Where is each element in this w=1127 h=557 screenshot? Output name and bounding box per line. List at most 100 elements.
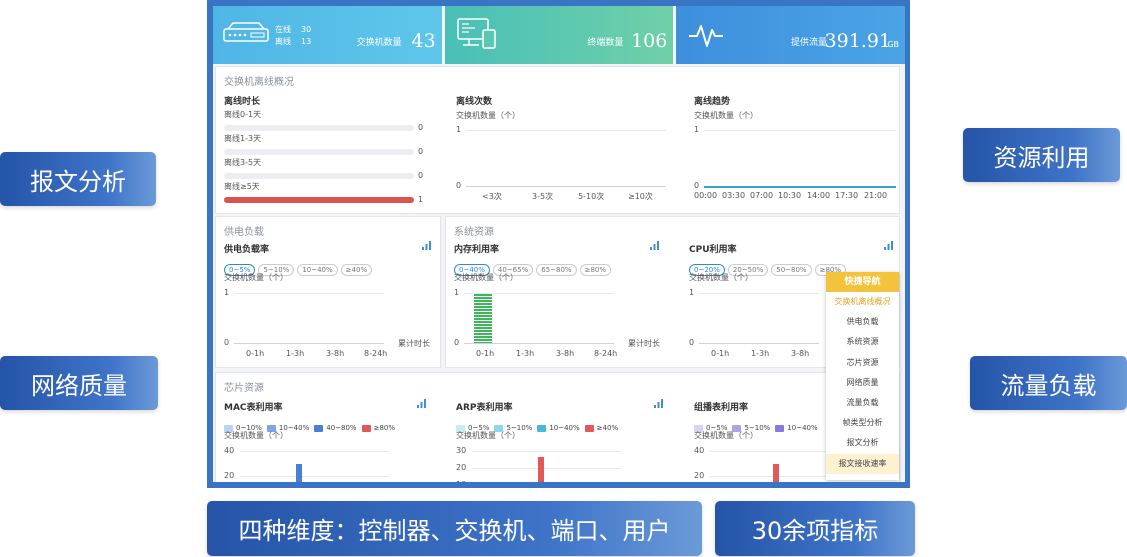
bar-chart-icon[interactable] xyxy=(883,240,894,251)
gridline xyxy=(234,293,384,294)
axis-tick: 1 xyxy=(456,125,462,134)
switch-count-value: 43 xyxy=(411,30,436,52)
axis-tick: 20 xyxy=(694,471,705,480)
chip-resources-panel: 芯片资源 MAC表利用率 0~10% 10~40% 40~80% ≥80% 交换机数量… xyxy=(215,372,900,482)
quick-nav-item[interactable]: 报文接收速率 xyxy=(826,453,899,474)
duration-row-value: 0 xyxy=(418,147,424,156)
online-label: 在线 xyxy=(275,25,291,34)
terminal-count-value: 106 xyxy=(631,30,668,52)
terminal-count-caption: 终端数量 xyxy=(587,38,624,48)
quick-nav-item[interactable]: 系统资源 xyxy=(826,332,899,352)
axis-tick: 1 xyxy=(224,288,230,297)
bar-chart-icon[interactable] xyxy=(421,240,432,251)
quick-nav-item[interactable]: 交换机离线概况 xyxy=(826,292,899,312)
multicast-bar xyxy=(773,464,779,482)
gridline xyxy=(240,476,390,477)
online-count: 30 xyxy=(301,25,312,34)
label-metrics-count: 30余项指标 xyxy=(715,501,915,556)
axis-tick: 40 xyxy=(694,446,705,455)
offline-trend-ylabel: 交换机数量（个） xyxy=(694,111,758,120)
filter-chip[interactable]: 10~40% xyxy=(297,264,338,276)
axis-tick: 40 xyxy=(224,446,235,455)
gridline xyxy=(472,451,622,452)
traffic-card[interactable]: 提供流量 391.91 GB xyxy=(676,6,905,64)
offline-count-ylabel: 交换机数量（个） xyxy=(456,111,520,120)
trend-line xyxy=(704,186,896,188)
label-four-dimensions: 四种维度：控制器、交换机、端口、用户 xyxy=(207,501,702,556)
power-load-panel: 供电负载 供电负载率 0~5% 5~10% 10~40% ≥40% 交换机数量（个） … xyxy=(215,216,441,368)
axis-tick: 1 xyxy=(694,125,700,134)
duration-row-label: 离线≥5天 xyxy=(224,182,260,191)
quick-nav-item[interactable]: 供电负载 xyxy=(826,312,899,332)
axis-tick: 14:00 xyxy=(807,191,831,200)
terminal-icon xyxy=(456,18,496,49)
quick-nav-item[interactable]: 报文分析 xyxy=(826,433,899,453)
filter-chip[interactable]: ≥80% xyxy=(579,264,612,276)
axis-tick: 3-8h xyxy=(791,349,810,358)
gridline xyxy=(699,293,819,294)
axis-tick: <3次 xyxy=(482,192,502,201)
quick-nav-item[interactable]: 网络质量 xyxy=(826,373,899,393)
quick-nav-menu: 快捷导航 交换机离线概况 供电负载 系统资源 芯片资源 网络质量 流量负载 帧类… xyxy=(826,272,899,480)
axis-tick: 20 xyxy=(224,471,235,480)
legend-item[interactable]: ≥40% xyxy=(584,424,618,432)
axis-tick: 17:30 xyxy=(835,191,859,200)
mac-bar xyxy=(296,464,302,482)
filter-chip[interactable]: ≥40% xyxy=(340,264,373,276)
axis-tick: 0-1h xyxy=(476,349,495,358)
switch-online-offline: 在线 30 离线 13 xyxy=(275,24,327,48)
arp-ylabel: 交换机数量（个） xyxy=(456,431,520,440)
axis-tick: 0 xyxy=(689,338,695,347)
cpu-usage-subtitle: CPU利用率 xyxy=(689,245,737,255)
axis-tick: 00:00 xyxy=(694,191,718,200)
label-traffic-load: 流量负载 xyxy=(970,356,1127,410)
legend-item[interactable]: 40~80% xyxy=(314,424,357,432)
quick-nav-item[interactable]: 芯片资源 xyxy=(826,353,899,373)
filter-chip[interactable]: 65~80% xyxy=(536,264,577,276)
bar-chart-icon[interactable] xyxy=(653,398,664,409)
legend-item[interactable]: 10~40% xyxy=(775,424,818,432)
memory-bar xyxy=(474,294,492,343)
switch-count-card[interactable]: 在线 30 离线 13 交换机数量 43 xyxy=(213,6,442,64)
bar-chart-icon[interactable] xyxy=(649,240,660,251)
gridline xyxy=(710,476,830,477)
x-axis-title: 累计时长 xyxy=(628,339,660,348)
traffic-value: 391.91 xyxy=(824,30,892,52)
axis-tick: 03:30 xyxy=(722,191,746,200)
quick-nav-item[interactable]: 帧类型分析 xyxy=(826,413,899,433)
terminal-count-card[interactable]: 终端数量 106 xyxy=(444,6,674,64)
axis-tick: 0 xyxy=(454,338,460,347)
axis-tick: 1 xyxy=(689,288,695,297)
axis-tick: 10 xyxy=(456,480,466,482)
gridline xyxy=(240,451,390,452)
quick-nav-header[interactable]: 快捷导航 xyxy=(826,272,899,292)
axis-tick: 1-3h xyxy=(286,349,305,358)
axis-tick: 21:00 xyxy=(864,191,888,200)
dashboard: 在线 30 离线 13 交换机数量 43 终端数量 106 提供流量 391.9… xyxy=(213,6,905,482)
mac-ylabel: 交换机数量（个） xyxy=(224,431,288,440)
axis-tick: 10:30 xyxy=(778,191,802,200)
multicast-ylabel: 交换机数量（个） xyxy=(694,431,758,440)
filter-chip[interactable]: 50~80% xyxy=(771,264,812,276)
arp-bar xyxy=(538,457,544,482)
system-resources-title: 系统资源 xyxy=(454,227,494,238)
offline-label: 离线 xyxy=(275,37,291,46)
axis-tick: 20 xyxy=(456,463,467,472)
x-axis-line xyxy=(699,343,819,344)
power-load-title: 供电负载 xyxy=(224,227,264,238)
legend-item[interactable]: ≥80% xyxy=(361,424,395,432)
axis-tick: 5-10次 xyxy=(578,192,605,201)
cpu-ylabel: 交换机数量（个） xyxy=(689,273,753,282)
offline-count-title: 离线次数 xyxy=(456,97,493,107)
memory-ylabel: 交换机数量（个） xyxy=(454,273,518,282)
duration-row-label: 离线1-3天 xyxy=(224,134,262,143)
legend-item[interactable]: 10~40% xyxy=(537,424,580,432)
duration-bar xyxy=(224,197,414,203)
quick-nav-item[interactable]: 流量负载 xyxy=(826,393,899,413)
gridline xyxy=(466,130,666,131)
multicast-usage-subtitle: 组播表利用率 xyxy=(694,403,749,413)
duration-row-value: 0 xyxy=(418,171,424,180)
duration-bar xyxy=(224,125,414,131)
bar-chart-icon[interactable] xyxy=(416,398,427,409)
x-axis-line xyxy=(466,186,666,187)
